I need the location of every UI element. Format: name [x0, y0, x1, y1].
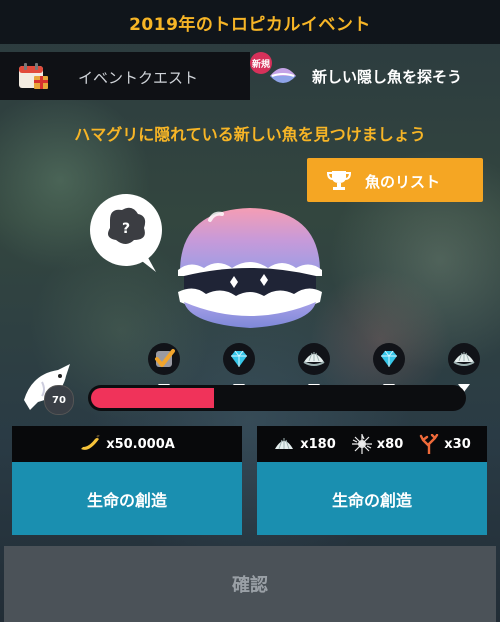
right-card-cost: x180 x80 x30 [257, 426, 487, 462]
diamond-icon [373, 343, 405, 375]
coral-icon [420, 434, 439, 454]
calendar-gift-icon [19, 63, 48, 89]
create-life-button-left[interactable]: 生命の創造 [12, 462, 242, 535]
checkmark-icon [148, 343, 180, 375]
clam-shell-icon [178, 208, 322, 328]
mystery-mark: ? [122, 221, 130, 237]
cost-item: x50.000A [79, 435, 175, 453]
fish-list-button[interactable]: 魚のリスト [307, 158, 483, 202]
trophy-icon [327, 171, 351, 190]
clam-icon [448, 343, 480, 375]
diamond-icon [223, 343, 255, 375]
cost-amount: x180 [300, 436, 336, 452]
urchin-icon [351, 434, 372, 454]
create-life-label: 生命の創造 [331, 490, 412, 510]
tab-hidden-fish[interactable]: 新規 新しい隠し魚を探そう [250, 52, 500, 100]
thought-bubble: ? [90, 194, 162, 272]
title-bar: 2019年のトロピカルイベント [0, 0, 500, 44]
clam-icon [270, 68, 296, 83]
confirm-label: 確認 [232, 575, 268, 596]
create-life-button-right[interactable]: 生命の創造 [257, 462, 487, 535]
progress-bar [88, 385, 466, 411]
tab-event-quest-label: イベントクエスト [78, 69, 199, 87]
cost-item: x180 [273, 435, 336, 453]
tab-event-quest[interactable]: イベントクエスト [0, 52, 250, 100]
cost-item: x30 [419, 434, 471, 454]
cost-amount: x50.000A [106, 436, 175, 452]
cost-amount: x30 [444, 436, 471, 452]
cost-amount: x80 [376, 436, 404, 452]
confirm-button[interactable]: 確認 [4, 546, 496, 622]
page-title: 2019年のトロピカルイベント [129, 14, 371, 35]
banana-icon [81, 435, 100, 450]
clam-icon [298, 343, 330, 375]
headline: ハマグリに隠れている新しい魚を見つけましょう [74, 125, 426, 144]
cost-item: x80 [351, 434, 404, 454]
tab-bar: イベントクエスト 新規 新しい隠し魚を探そう [0, 52, 500, 100]
progress-fill [91, 388, 214, 408]
create-life-label: 生命の創造 [86, 490, 167, 510]
tab-hidden-fish-label: 新しい隠し魚を探そう [312, 68, 463, 86]
fish-list-label: 魚のリスト [365, 173, 441, 191]
shell-icon [275, 438, 294, 450]
level-badge: 70 [44, 385, 74, 415]
left-card-cost: x50.000A [12, 426, 242, 462]
